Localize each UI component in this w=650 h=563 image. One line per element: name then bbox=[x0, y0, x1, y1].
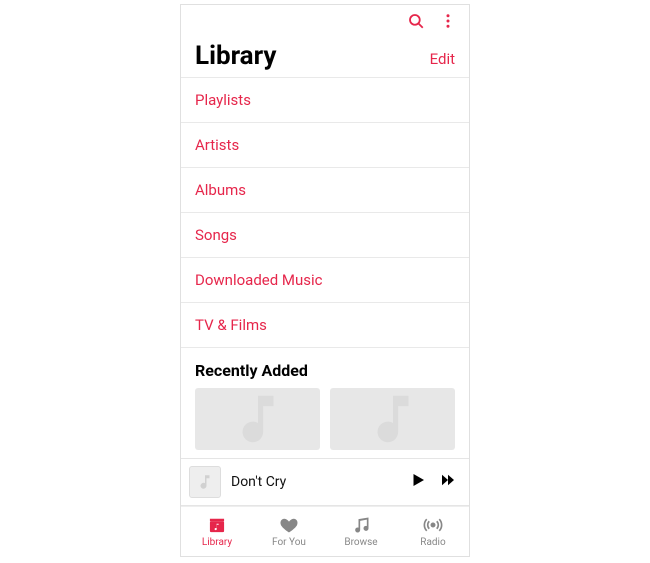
category-tv-films[interactable]: TV & Films bbox=[181, 302, 469, 348]
main-content: Playlists Artists Albums Songs Downloade… bbox=[181, 77, 469, 458]
header: Library Edit bbox=[181, 41, 469, 77]
fast-forward-icon[interactable] bbox=[439, 471, 457, 493]
category-albums[interactable]: Albums bbox=[181, 167, 469, 212]
top-bar bbox=[181, 5, 469, 41]
tab-bar: Library For You Browse Radio bbox=[181, 506, 469, 556]
recently-added-row bbox=[181, 388, 469, 450]
tab-browse[interactable]: Browse bbox=[325, 507, 397, 556]
category-artists[interactable]: Artists bbox=[181, 122, 469, 167]
tab-radio[interactable]: Radio bbox=[397, 507, 469, 556]
album-tile[interactable] bbox=[195, 388, 320, 450]
now-playing-bar[interactable]: Don't Cry bbox=[181, 458, 469, 506]
page-title: Library bbox=[195, 41, 276, 71]
now-playing-art bbox=[189, 466, 221, 498]
album-tile[interactable] bbox=[330, 388, 455, 450]
category-downloaded[interactable]: Downloaded Music bbox=[181, 257, 469, 302]
tab-label: Browse bbox=[344, 537, 377, 548]
tab-library[interactable]: Library bbox=[181, 507, 253, 556]
edit-button[interactable]: Edit bbox=[430, 50, 455, 71]
tab-label: For You bbox=[272, 537, 306, 548]
tab-label: Radio bbox=[420, 537, 445, 548]
now-playing-title: Don't Cry bbox=[231, 474, 399, 490]
category-songs[interactable]: Songs bbox=[181, 212, 469, 257]
category-list: Playlists Artists Albums Songs Downloade… bbox=[181, 77, 469, 348]
tab-for-you[interactable]: For You bbox=[253, 507, 325, 556]
more-vert-icon[interactable] bbox=[439, 12, 457, 34]
tab-label: Library bbox=[202, 537, 232, 548]
now-playing-controls bbox=[409, 471, 457, 493]
play-icon[interactable] bbox=[409, 471, 427, 493]
app-screen: Library Edit Playlists Artists Albums So… bbox=[180, 4, 470, 557]
recently-added-title: Recently Added bbox=[181, 348, 469, 388]
search-icon[interactable] bbox=[407, 12, 425, 34]
category-playlists[interactable]: Playlists bbox=[181, 77, 469, 122]
